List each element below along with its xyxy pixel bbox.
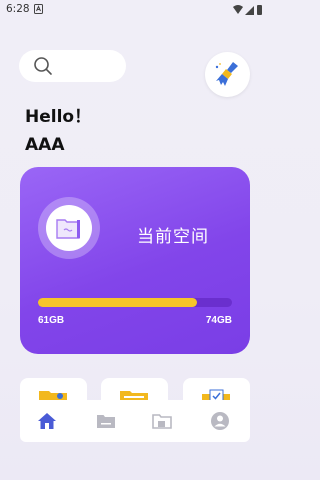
storage-progress-fill [38,298,198,307]
folder-badge [38,197,100,259]
open-folder-icon[interactable] [152,411,172,431]
username-text: AAA [25,135,65,155]
bottom-nav [20,400,250,442]
storage-card[interactable]: 当前空间 61GB 74GB [20,167,250,354]
status-time: 6:28 [6,3,30,15]
storage-progress-bar [38,298,232,307]
battery-icon [257,5,262,15]
greeting-text: Hello！ [25,107,92,127]
total-space-label: 74GB [205,315,232,326]
storage-title: 当前空间 [137,227,209,247]
home-icon[interactable] [37,411,57,431]
folder-icon [56,219,80,239]
profile-icon[interactable] [210,411,230,431]
clean-button[interactable] [205,52,250,97]
wifi-icon [233,5,243,14]
used-space-label: 61GB [38,315,65,326]
signal-icon [245,6,254,15]
status-bar: 6:28 [0,0,270,20]
notification-icon [34,4,43,14]
search-icon [34,57,52,75]
status-icons [233,5,262,15]
search-input[interactable] [19,50,126,82]
broom-icon [215,62,238,86]
folder-icon[interactable] [96,411,116,431]
